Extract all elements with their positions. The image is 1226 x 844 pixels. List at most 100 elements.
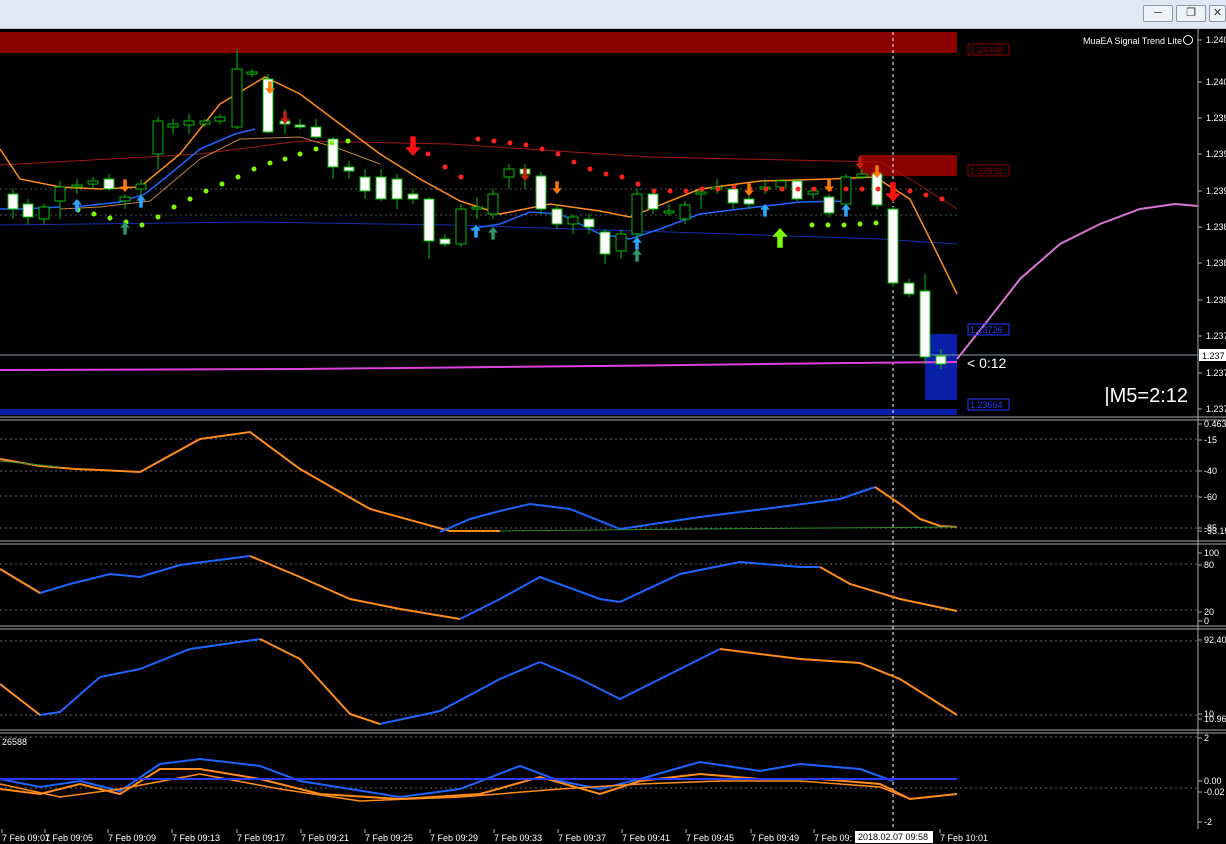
price-label: 1.239 [1206, 186, 1226, 196]
down-arrow-icon [552, 181, 562, 194]
indicator-line [259, 638, 381, 725]
price-label: 1.238 [1206, 222, 1226, 232]
candle-body [54, 186, 66, 202]
scale-label: 0.00 [1204, 776, 1222, 786]
candle-body [71, 184, 83, 188]
candle-body [679, 204, 691, 220]
sar-dots [75, 136, 945, 228]
candle-body [199, 120, 211, 125]
sar-dot-green [313, 146, 319, 152]
ma-blue [74, 128, 256, 208]
sar-dot-green [203, 188, 209, 194]
signal-line [0, 361, 958, 371]
sar-dot-red [763, 186, 769, 192]
sar-dot-green [345, 138, 351, 144]
indicator-line [0, 683, 41, 716]
sar-dot-green [235, 174, 241, 180]
scale-label: -2 [1204, 817, 1212, 827]
indicator-line [719, 648, 958, 716]
candle-body [615, 233, 627, 252]
sar-dot-red [442, 164, 448, 170]
restore-icon: ❐ [1186, 7, 1196, 19]
zone-label: 1.23932 [970, 166, 1003, 176]
main-price-panel[interactable]: 1.240 1.240 1.239 1.239 1.239 1.238 1.238 1.238… [0, 32, 1226, 829]
time-axis: 7 Feb 09:017 Feb 09:05 7 Feb 09:09 7 Feb 0… [0, 829, 1198, 844]
time-label: 7 Feb 09:17 [237, 833, 285, 843]
signal-line-green [499, 526, 958, 532]
restore-button[interactable]: ❐ [1176, 5, 1206, 22]
price-label: 1.237 [1206, 331, 1226, 341]
candle-body [903, 282, 915, 295]
scale-label: 100 [1204, 548, 1219, 558]
indicator-line [874, 486, 958, 528]
candle-body [183, 120, 195, 126]
close-button[interactable]: ✕ [1209, 5, 1226, 22]
scale-label: 80 [1204, 560, 1214, 570]
scale-label: -0.02 [1204, 787, 1225, 797]
candle-body [535, 175, 547, 210]
support-zone [0, 409, 957, 415]
sar-dot-red [875, 186, 881, 192]
trading-chart[interactable]: 1.240 1.240 1.239 1.239 1.239 1.238 1.238 1.238… [0, 29, 1226, 844]
candlesticks [7, 49, 947, 369]
candle-body [743, 198, 755, 205]
sar-dot-green [187, 196, 193, 202]
sar-dot-green [171, 204, 177, 210]
candle-body [439, 238, 451, 245]
scale-label: -15 [1204, 435, 1217, 445]
ma-blue-2 [469, 200, 851, 240]
candle-body [231, 68, 243, 128]
subpanel-4-title: 26588 [2, 737, 27, 747]
up-arrow-icon [632, 237, 642, 250]
sar-dot-red [475, 136, 481, 142]
candle-body [246, 71, 258, 75]
sar-dot-red [458, 174, 464, 180]
minimize-button[interactable]: ─ [1143, 5, 1173, 22]
subpanel-2[interactable]: 10080200 [0, 548, 1219, 626]
candle-body [391, 178, 403, 200]
sar-dot-red [683, 188, 689, 194]
time-label: 7 Feb 09:29 [430, 833, 478, 843]
indicator-label: MuaEA Signal Trend Lite [1083, 36, 1182, 46]
subpanel-3[interactable]: 92.401010.960 [0, 635, 1226, 725]
sar-dot-red [907, 188, 913, 194]
sar-dot-green [857, 221, 863, 227]
sar-dot-green [809, 222, 815, 228]
sar-dot-red [923, 192, 929, 198]
sar-dot-green [825, 222, 831, 228]
price-label: 1.240 [1206, 35, 1226, 45]
subpanel-1[interactable]: 0.463-15-40-60-85-93.15 [0, 419, 1226, 536]
sar-dot-red [571, 159, 577, 165]
indicator-line [0, 568, 41, 594]
time-label: 7 Feb 09:49 [751, 833, 799, 843]
candle-body [7, 193, 19, 210]
sar-dot-green [873, 220, 879, 226]
scale-label: 0 [1204, 616, 1209, 626]
close-icon: ✕ [1212, 7, 1223, 19]
indicator-settings-icon[interactable] [1183, 35, 1193, 45]
time-label: 7 Feb 09:25 [365, 833, 413, 843]
price-label: 1.238 [1206, 295, 1226, 305]
candle-body [471, 206, 483, 210]
price-label: 1.237 [1206, 404, 1226, 414]
crosshair-time-label: 2018.02.07 09:58 [858, 832, 928, 842]
subpanel-4[interactable]: 26588 2 0.00-0.02 -2 [0, 733, 1225, 827]
resistance-zone [0, 32, 957, 53]
strong-sell-arrow-icon [405, 136, 421, 156]
up-arrow-icon [488, 227, 498, 240]
time-label: 7 Feb 10:01 [940, 833, 988, 843]
candle-body [167, 123, 179, 128]
moving-averages [0, 76, 1199, 371]
price-label: 1.238 [1206, 258, 1226, 268]
signal-arrows [72, 81, 901, 262]
indicator-line [619, 560, 820, 603]
candle-body [919, 290, 931, 358]
candle-body [887, 208, 899, 284]
minimize-icon: ─ [1154, 7, 1162, 19]
sar-dot-red [555, 151, 561, 157]
candle-body [807, 190, 819, 195]
sar-dot-red [715, 186, 721, 192]
candle-body [856, 173, 868, 178]
indicator-line [0, 430, 500, 532]
sar-dot-red [731, 184, 737, 190]
